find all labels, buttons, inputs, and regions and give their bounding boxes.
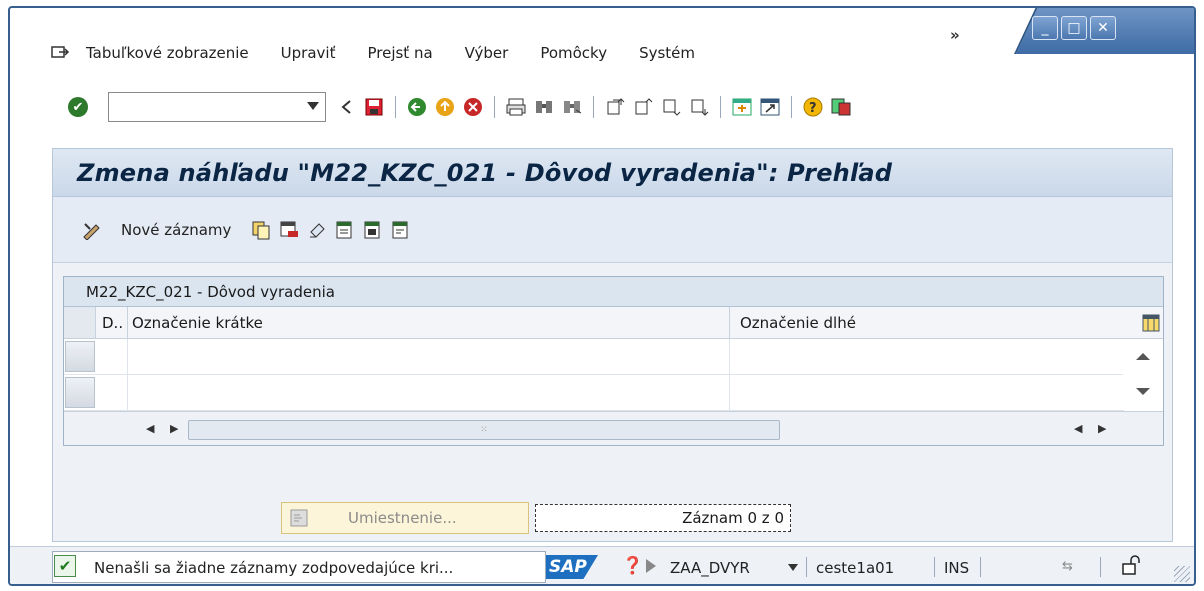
horizontal-scrollbar[interactable]: ◀ ▶ ⁙ ◀ ▶ xyxy=(64,411,1163,445)
cell-long-description[interactable] xyxy=(730,339,1124,374)
host-name: ceste1a01 xyxy=(816,559,895,577)
create-session-icon[interactable] xyxy=(731,96,753,118)
table-header: D.. Označenie krátke Označenie dlhé xyxy=(64,307,1163,339)
enter-icon[interactable]: ✔ xyxy=(68,97,88,117)
customize-layout-icon[interactable] xyxy=(830,96,852,118)
delete-icon[interactable] xyxy=(279,220,299,240)
column-header-short-description[interactable]: Označenie krátke xyxy=(128,307,730,338)
menu-bar: Tabuľkové zobrazenie Upraviť Prejsť na V… xyxy=(50,44,727,62)
status-separator xyxy=(1100,557,1101,577)
page-title: Zmena náhľadu "M22_KZC_021 - Dôvod vyrad… xyxy=(77,158,893,187)
status-help-icon[interactable]: ❓ xyxy=(622,556,643,576)
system-dropdown-icon[interactable] xyxy=(788,564,798,571)
resize-grip[interactable] xyxy=(1174,566,1190,582)
previous-page-icon[interactable] xyxy=(632,96,654,118)
cell-d[interactable] xyxy=(96,339,128,374)
row-selector[interactable] xyxy=(65,341,95,372)
command-input[interactable] xyxy=(109,93,299,121)
next-page-icon[interactable] xyxy=(660,96,682,118)
menu-toggle-icon[interactable] xyxy=(50,44,72,62)
first-page-icon[interactable] xyxy=(604,96,626,118)
vertical-scrollbar[interactable] xyxy=(1123,339,1163,409)
toolbar-separator xyxy=(720,96,721,118)
menu-utilities[interactable]: Pomôcky xyxy=(540,44,607,62)
table-settings-icon[interactable] xyxy=(1139,307,1163,338)
scroll-up-icon[interactable] xyxy=(1136,353,1150,360)
horizontal-scroll-thumb[interactable]: ⁙ xyxy=(188,420,780,440)
status-separator xyxy=(806,557,807,577)
standard-toolbar: ✔ ? xyxy=(68,90,855,124)
last-page-icon[interactable] xyxy=(688,96,710,118)
system-name[interactable]: ZAA_DVYR xyxy=(670,559,750,577)
cancel-icon[interactable] xyxy=(462,96,484,118)
status-separator xyxy=(934,557,935,577)
column-header-d[interactable]: D.. xyxy=(96,307,128,338)
status-expand-icon[interactable] xyxy=(646,559,656,573)
deselect-all-icon[interactable] xyxy=(391,220,411,240)
window-controls: _ □ ✕ xyxy=(1032,16,1116,40)
collapse-left-icon[interactable] xyxy=(335,96,357,118)
menu-edit[interactable]: Upraviť xyxy=(281,44,336,62)
new-entries-button[interactable]: Nové záznamy xyxy=(121,221,231,239)
display-change-icon[interactable] xyxy=(81,220,101,240)
screen-title-bar: Zmena náhľadu "M22_KZC_021 - Dôvod vyrad… xyxy=(53,149,1172,197)
sap-window: » _ □ ✕ Tabuľkové zobrazenie Upraviť Pre… xyxy=(8,6,1196,586)
command-dropdown-icon[interactable] xyxy=(307,102,319,110)
menu-selection[interactable]: Výber xyxy=(465,44,509,62)
status-message: Nenašli sa žiadne záznamy zodpovedajúce … xyxy=(94,559,454,577)
select-all-icon[interactable] xyxy=(335,220,355,240)
minimize-button[interactable]: _ xyxy=(1032,16,1058,40)
application-toolbar: Nové záznamy xyxy=(53,197,1172,263)
connection-icon: ⇆ xyxy=(1062,559,1073,574)
position-button[interactable]: Umiestnenie... xyxy=(281,502,529,534)
toolbar-separator xyxy=(593,96,594,118)
sap-logo: SAP xyxy=(546,555,598,579)
scroll-left-right-icons[interactable]: ◀ ▶ xyxy=(146,422,184,435)
find-icon[interactable] xyxy=(533,96,555,118)
row-selector[interactable] xyxy=(65,377,95,408)
select-all-rows-cell[interactable] xyxy=(64,307,96,338)
overflow-chevron-icon[interactable]: » xyxy=(950,26,960,44)
cell-short-description[interactable] xyxy=(128,375,730,410)
close-button[interactable]: ✕ xyxy=(1090,16,1116,40)
toolbar-separator xyxy=(395,96,396,118)
column-header-long-description[interactable]: Označenie dlhé xyxy=(730,307,1139,338)
print-icon[interactable] xyxy=(505,96,527,118)
help-icon[interactable]: ? xyxy=(802,96,824,118)
table-row xyxy=(64,339,1124,375)
find-next-icon[interactable] xyxy=(561,96,583,118)
unlock-icon[interactable] xyxy=(1120,555,1140,580)
save-icon[interactable] xyxy=(363,96,385,118)
menu-tabular-view[interactable]: Tabuľkové zobrazenie xyxy=(86,44,249,62)
back-icon[interactable] xyxy=(406,96,428,118)
table-caption: M22_KZC_021 - Dôvod vyradenia xyxy=(64,277,1163,307)
maximize-button[interactable]: □ xyxy=(1061,16,1087,40)
record-counter: Záznam 0 z 0 xyxy=(535,504,791,532)
svg-text:?: ? xyxy=(809,101,817,116)
status-bar: ✔ Nenašli sa žiadne záznamy zodpovedajúc… xyxy=(10,546,1194,584)
table-control: M22_KZC_021 - Dôvod vyradenia D.. Označe… xyxy=(63,276,1164,446)
table-row xyxy=(64,375,1124,411)
success-check-icon: ✔ xyxy=(54,555,76,577)
exit-icon[interactable] xyxy=(434,96,456,118)
main-panel: Zmena náhľadu "M22_KZC_021 - Dôvod vyrad… xyxy=(52,148,1173,542)
cell-d[interactable] xyxy=(96,375,128,410)
insert-mode[interactable]: INS xyxy=(944,559,969,577)
select-block-icon[interactable] xyxy=(363,220,383,240)
scroll-down-icon[interactable] xyxy=(1136,388,1150,395)
command-field[interactable] xyxy=(108,92,326,122)
toolbar-separator xyxy=(494,96,495,118)
status-separator xyxy=(980,557,981,577)
menu-system[interactable]: Systém xyxy=(639,44,695,62)
undo-change-icon[interactable] xyxy=(307,220,327,240)
position-button-label: Umiestnenie... xyxy=(348,509,457,527)
menu-goto[interactable]: Prejsť na xyxy=(367,44,432,62)
cell-long-description[interactable] xyxy=(730,375,1124,410)
cell-short-description[interactable] xyxy=(128,339,730,374)
toolbar-separator xyxy=(791,96,792,118)
copy-as-icon[interactable] xyxy=(251,220,271,240)
scroll-left-right-icons-right[interactable]: ◀ ▶ xyxy=(1074,422,1112,435)
position-icon xyxy=(290,509,308,527)
generate-shortcut-icon[interactable] xyxy=(759,96,781,118)
